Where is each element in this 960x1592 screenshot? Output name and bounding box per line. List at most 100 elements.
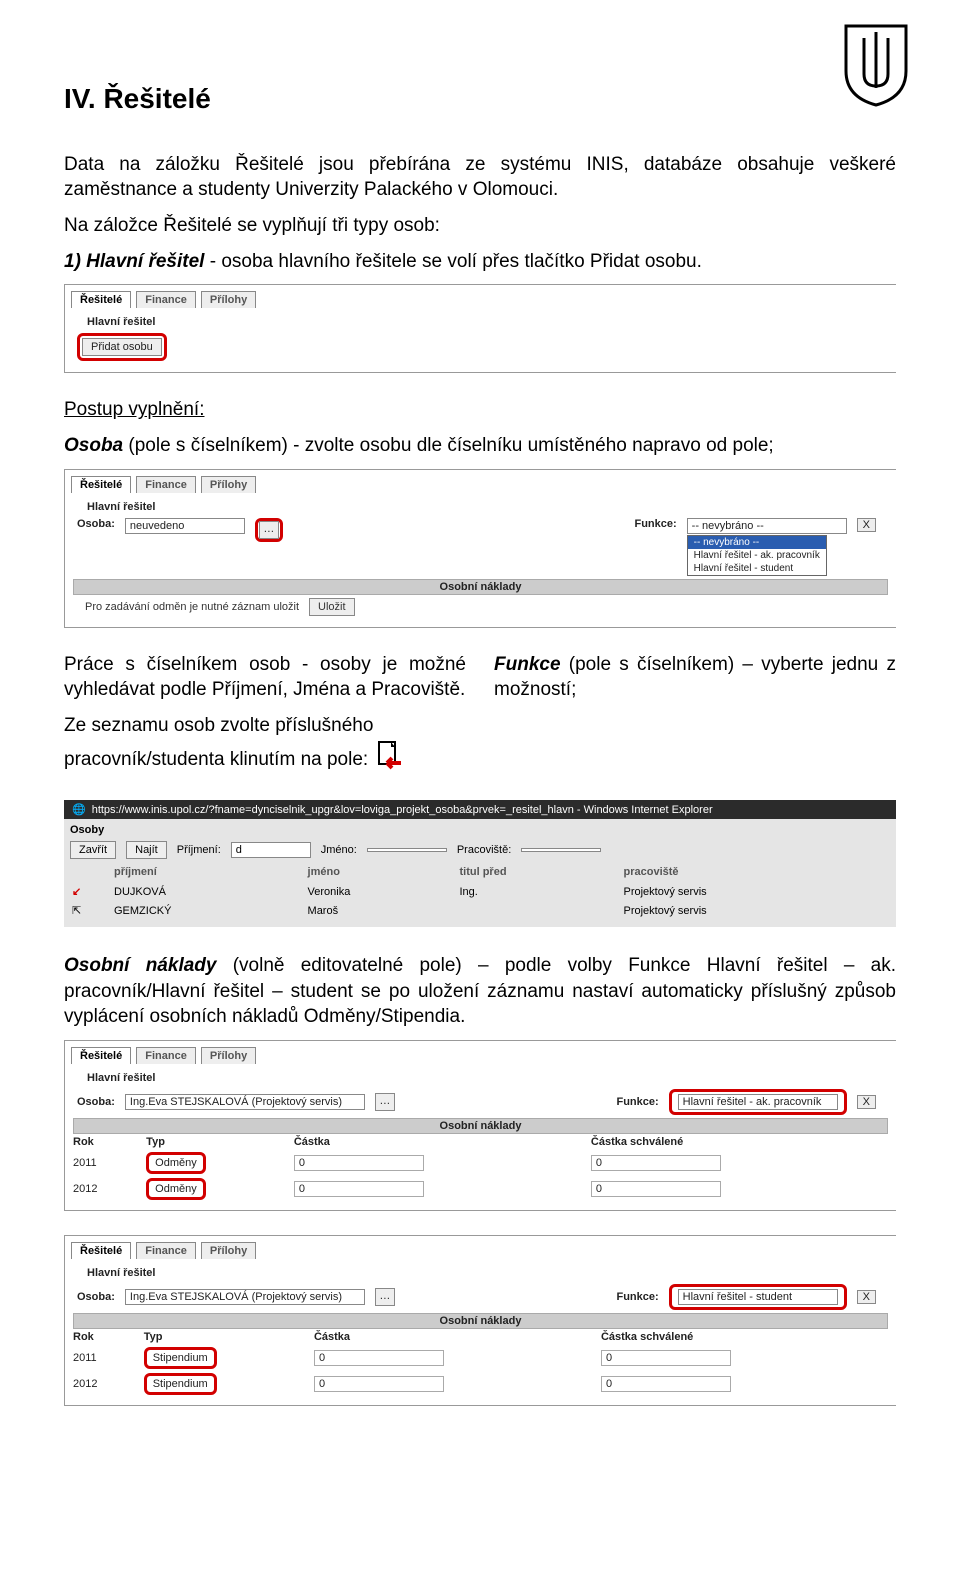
window-icon: 🌐 bbox=[72, 803, 86, 816]
tab-finance[interactable]: Finance bbox=[136, 1242, 196, 1259]
add-person-button[interactable]: Přidat osobu bbox=[82, 338, 162, 356]
osoba-lookup-button[interactable]: … bbox=[375, 1288, 395, 1306]
cost-row: 2011 Odměny 0 0 bbox=[73, 1150, 888, 1176]
university-logo bbox=[840, 20, 912, 116]
prijmeni-input[interactable]: d bbox=[231, 842, 311, 858]
section-hlavni-resitel: Hlavní řešitel bbox=[87, 1267, 155, 1279]
cost-row: 2011 Stipendium 0 0 bbox=[73, 1345, 888, 1371]
col-rok: Rok bbox=[73, 1134, 146, 1150]
pracoviste-input[interactable] bbox=[521, 848, 601, 852]
find-button[interactable]: Najít bbox=[126, 841, 167, 859]
amount-input[interactable]: 0 bbox=[314, 1376, 444, 1392]
funkce-label: Funkce: bbox=[616, 1096, 658, 1108]
osoba-lookup-button[interactable]: … bbox=[375, 1093, 395, 1111]
tab-resitele[interactable]: Řešitelé bbox=[71, 1047, 131, 1064]
page-title: IV. Řešitelé bbox=[64, 80, 896, 118]
col-pracoviste: pracoviště bbox=[624, 863, 889, 881]
osoba-input[interactable]: Ing.Eva STEJSKALOVÁ (Projektový servis) bbox=[125, 1094, 365, 1110]
remove-row-button[interactable]: X bbox=[857, 1095, 876, 1109]
intro-paragraph: Data na záložku Řešitelé jsou přebírána … bbox=[64, 152, 896, 203]
screenshot-3: Řešitelé Finance Přílohy Hlavní řešitel … bbox=[64, 1040, 896, 1211]
amount-input[interactable]: 0 bbox=[294, 1181, 424, 1197]
funkce-select[interactable]: Hlavní řešitel - student bbox=[678, 1289, 838, 1305]
col-jmeno: jméno bbox=[308, 863, 458, 881]
tab-resitele[interactable]: Řešitelé bbox=[71, 291, 131, 308]
type-1-line: 1) Hlavní řešitel - osoba hlavního řešit… bbox=[64, 249, 896, 275]
osoba-label: Osoba: bbox=[77, 518, 115, 530]
osobni-naklady-bar: Osobní náklady bbox=[73, 1313, 888, 1329]
funkce-dropdown-list[interactable]: -- nevybráno -- Hlavní řešitel - ak. pra… bbox=[687, 535, 827, 576]
window-title: https://www.inis.upol.cz/?fname=dyncisel… bbox=[92, 804, 713, 816]
right-column-text: Funkce (pole s číselníkem) – vyberte jed… bbox=[494, 652, 896, 713]
type-cell-highlight: Odměny bbox=[146, 1152, 206, 1174]
save-button[interactable]: Uložit bbox=[309, 598, 355, 616]
section-hlavni-resitel: Hlavní řešitel bbox=[87, 501, 155, 513]
col-prijmeni: příjmení bbox=[114, 863, 306, 881]
funkce-select[interactable]: -- nevybráno -- bbox=[687, 518, 847, 534]
tab-resitele[interactable]: Řešitelé bbox=[71, 476, 131, 493]
osobni-naklady-bar: Osobní náklady bbox=[73, 579, 888, 595]
insert-row-icon bbox=[373, 739, 407, 781]
amount-input[interactable]: 0 bbox=[314, 1350, 444, 1366]
cost-row: 2012 Stipendium 0 0 bbox=[73, 1371, 888, 1397]
pracoviste-label: Pracoviště: bbox=[457, 844, 511, 856]
amount-approved-input[interactable]: 0 bbox=[591, 1155, 721, 1171]
cost-row: 2012 Odměny 0 0 bbox=[73, 1176, 888, 1202]
tab-finance[interactable]: Finance bbox=[136, 1047, 196, 1064]
type-cell-highlight: Odměny bbox=[146, 1178, 206, 1200]
col-castka: Částka bbox=[314, 1329, 601, 1345]
screenshot-4: Řešitelé Finance Přílohy Hlavní řešitel … bbox=[64, 1235, 896, 1406]
save-hint: Pro zadávání odměn je nutné záznam uloži… bbox=[85, 601, 299, 613]
postup-line: Osoba (pole s číselníkem) - zvolte osobu… bbox=[64, 433, 896, 459]
osoba-lookup-button[interactable]: … bbox=[259, 521, 279, 539]
tab-resitele[interactable]: Řešitelé bbox=[71, 1242, 131, 1259]
tab-prilohy[interactable]: Přílohy bbox=[201, 291, 256, 308]
postup-heading: Postup vyplnění: bbox=[64, 397, 896, 423]
osobni-naklady-bar: Osobní náklady bbox=[73, 1118, 888, 1134]
osoba-label: Osoba: bbox=[77, 1291, 115, 1303]
remove-row-button[interactable]: X bbox=[857, 1290, 876, 1304]
funkce-select[interactable]: Hlavní řešitel - ak. pracovník bbox=[678, 1094, 838, 1110]
section-hlavni-resitel: Hlavní řešitel bbox=[87, 316, 155, 328]
types-intro: Na záložce Řešitelé se vyplňují tři typy… bbox=[64, 213, 896, 239]
screenshot-1: Řešitelé Finance Přílohy Hlavní řešitel … bbox=[64, 284, 896, 373]
select-row-icon[interactable]: ⇱ bbox=[72, 905, 81, 917]
amount-input[interactable]: 0 bbox=[294, 1155, 424, 1171]
amount-approved-input[interactable]: 0 bbox=[601, 1376, 731, 1392]
type-cell-highlight: Stipendium bbox=[144, 1347, 217, 1369]
osobni-naklady-paragraph: Osobní náklady (volně editovatelné pole)… bbox=[64, 953, 896, 1030]
funkce-label: Funkce: bbox=[616, 1291, 658, 1303]
osoba-input[interactable]: Ing.Eva STEJSKALOVÁ (Projektový servis) bbox=[125, 1289, 365, 1305]
tab-prilohy[interactable]: Přílohy bbox=[201, 1242, 256, 1259]
col-rok: Rok bbox=[73, 1329, 144, 1345]
screenshot-2: Řešitelé Finance Přílohy Hlavní řešitel … bbox=[64, 469, 896, 628]
amount-approved-input[interactable]: 0 bbox=[591, 1181, 721, 1197]
col-titul: titul před bbox=[459, 863, 621, 881]
tab-finance[interactable]: Finance bbox=[136, 476, 196, 493]
type-cell-highlight: Stipendium bbox=[144, 1373, 217, 1395]
jmeno-input[interactable] bbox=[367, 848, 447, 852]
table-row[interactable]: ⇱ GEMZICKÝMarošProjektový servis bbox=[72, 902, 888, 919]
osoba-input[interactable]: neuvedeno bbox=[125, 518, 245, 534]
left-column-text: Práce s číselníkem osob - osoby je možné… bbox=[64, 652, 466, 791]
section-hlavni-resitel: Hlavní řešitel bbox=[87, 1072, 155, 1084]
tab-prilohy[interactable]: Přílohy bbox=[201, 1047, 256, 1064]
prijmeni-label: Příjmení: bbox=[177, 844, 221, 856]
close-button[interactable]: Zavřít bbox=[70, 841, 116, 859]
select-row-icon[interactable]: ↙ bbox=[72, 886, 81, 898]
funkce-label: Funkce: bbox=[634, 518, 676, 530]
jmeno-label: Jméno: bbox=[321, 844, 357, 856]
amount-approved-input[interactable]: 0 bbox=[601, 1350, 731, 1366]
lookup-window: 🌐 https://www.inis.upol.cz/?fname=dyncis… bbox=[64, 800, 896, 927]
osoba-label: Osoba: bbox=[77, 1096, 115, 1108]
col-typ: Typ bbox=[144, 1329, 314, 1345]
col-typ: Typ bbox=[146, 1134, 294, 1150]
table-row[interactable]: ↙ DUJKOVÁVeronikaIng.Projektový servis bbox=[72, 883, 888, 900]
tab-prilohy[interactable]: Přílohy bbox=[201, 476, 256, 493]
col-castka: Částka bbox=[294, 1134, 591, 1150]
col-castka-schvalene: Částka schválené bbox=[601, 1329, 888, 1345]
tab-finance[interactable]: Finance bbox=[136, 291, 196, 308]
col-castka-schvalene: Částka schválené bbox=[591, 1134, 888, 1150]
remove-row-button[interactable]: X bbox=[857, 518, 876, 532]
lookup-heading: Osoby bbox=[70, 821, 890, 839]
